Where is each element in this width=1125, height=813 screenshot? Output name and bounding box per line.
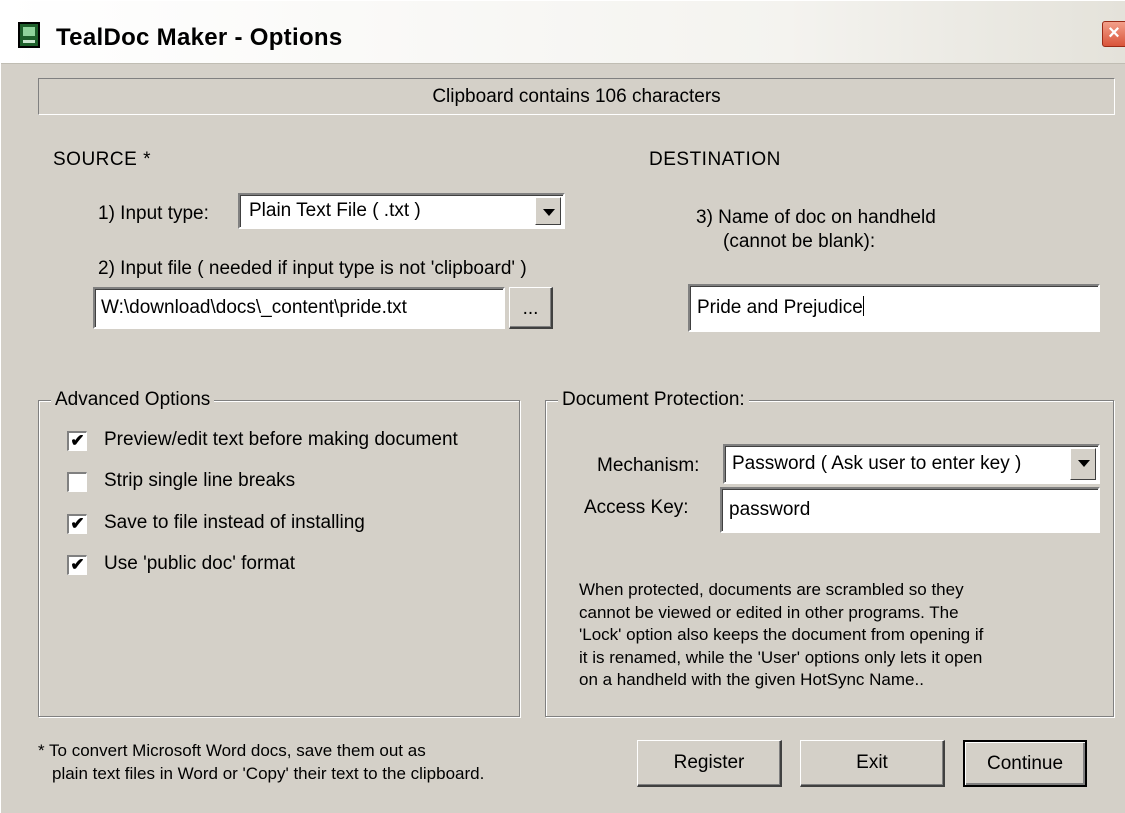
protection-description-line: When protected, documents are scrambled … [579,580,964,599]
access-key-field[interactable]: password [720,487,1100,533]
chevron-down-icon[interactable] [535,197,561,225]
mechanism-label: Mechanism: [597,455,700,476]
doc-name-field[interactable]: Pride and Prejudice [688,284,1100,332]
text-cursor [862,296,864,316]
destination-heading: DESTINATION [649,149,781,170]
mechanism-value: Password ( Ask user to enter key ) [732,453,1022,474]
protection-description-line: 'Lock' option also keeps the document fr… [579,625,984,644]
window-title: TealDoc Maker - Options [56,24,343,51]
document-protection-legend: Document Protection: [558,389,749,411]
preview-edit-checkbox[interactable]: ✔ [67,431,87,451]
input-file-field[interactable]: W:\download\docs\_content\pride.txt [93,287,505,329]
clipboard-status: Clipboard contains 106 characters [38,78,1115,115]
public-doc-checkbox[interactable]: ✔ [67,555,87,575]
continue-button[interactable]: Continue [963,740,1087,787]
footnote-line2: plain text files in Word or 'Copy' their… [52,764,485,783]
chevron-down-icon[interactable] [1070,448,1096,480]
register-button[interactable]: Register [637,740,782,787]
footnote-line1: * To convert Microsoft Word docs, save t… [38,741,426,760]
title-bar[interactable]: TealDoc Maker - Options × [1,1,1125,64]
strip-line-breaks-checkbox[interactable] [67,472,87,492]
input-type-label: 1) Input type: [98,203,209,224]
preview-edit-label[interactable]: Preview/edit text before making document [104,429,458,451]
tealdoc-app-icon [18,22,40,48]
doc-name-label-line1: 3) Name of doc on handheld [696,207,936,228]
protection-description-line: it is renamed, while the 'User' options … [579,647,983,667]
source-heading: SOURCE * [53,149,151,170]
access-key-label: Access Key: [584,497,689,518]
options-window: TealDoc Maker - Options × Clipboard cont… [0,0,1125,813]
input-type-select[interactable]: Plain Text File ( .txt ) [238,193,565,229]
protection-description-line: on a handheld with the given HotSync Nam… [579,670,924,689]
input-file-label: 2) Input file ( needed if input type is … [98,258,527,279]
close-icon[interactable]: × [1102,21,1125,47]
doc-name-label-line2: (cannot be blank): [723,231,876,252]
strip-line-breaks-label[interactable]: Strip single line breaks [104,470,295,492]
input-type-value: Plain Text File ( .txt ) [249,200,421,221]
advanced-options-legend: Advanced Options [51,389,215,411]
save-to-file-label[interactable]: Save to file instead of installing [104,512,365,534]
browse-button[interactable]: ... [509,287,553,329]
doc-name-value: Pride and Prejudice [697,297,863,318]
protection-description-line: cannot be viewed or edited in other prog… [579,602,959,622]
mechanism-select[interactable]: Password ( Ask user to enter key ) [723,444,1100,484]
exit-button[interactable]: Exit [800,740,945,787]
protection-description: When protected, documents are scrambled … [579,579,983,692]
save-to-file-checkbox[interactable]: ✔ [67,514,87,534]
public-doc-label[interactable]: Use 'public doc' format [104,553,295,575]
